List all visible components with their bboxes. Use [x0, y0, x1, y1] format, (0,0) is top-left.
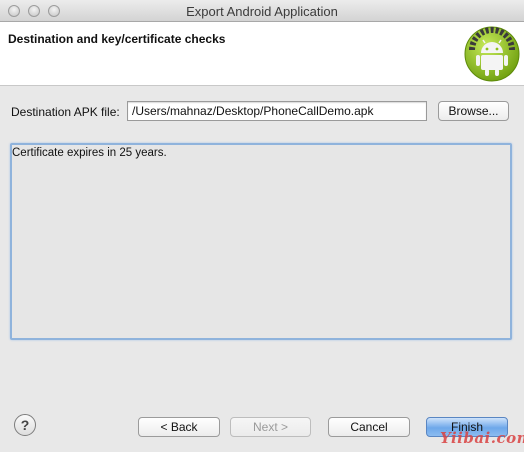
- export-dialog: Export Android Application Destination a…: [0, 0, 524, 452]
- title-bar[interactable]: Export Android Application: [0, 0, 524, 22]
- help-icon[interactable]: ?: [14, 414, 36, 436]
- android-logo-icon: [464, 26, 520, 82]
- destination-label: Destination APK file:: [11, 105, 120, 119]
- back-button[interactable]: < Back: [138, 417, 220, 437]
- window-title: Export Android Application: [186, 4, 338, 19]
- header-banner: Destination and key/certificate checks: [0, 22, 524, 86]
- next-button: Next >: [230, 417, 311, 437]
- watermark: Yiibai.com: [440, 429, 524, 447]
- browse-button[interactable]: Browse...: [438, 101, 509, 121]
- certificate-message: Certificate expires in 25 years.: [12, 147, 167, 159]
- cancel-button[interactable]: Cancel: [328, 417, 410, 437]
- certificate-message-area[interactable]: Certificate expires in 25 years.: [10, 143, 512, 340]
- page-title: Destination and key/certificate checks: [8, 32, 226, 46]
- destination-apk-input[interactable]: [127, 101, 427, 121]
